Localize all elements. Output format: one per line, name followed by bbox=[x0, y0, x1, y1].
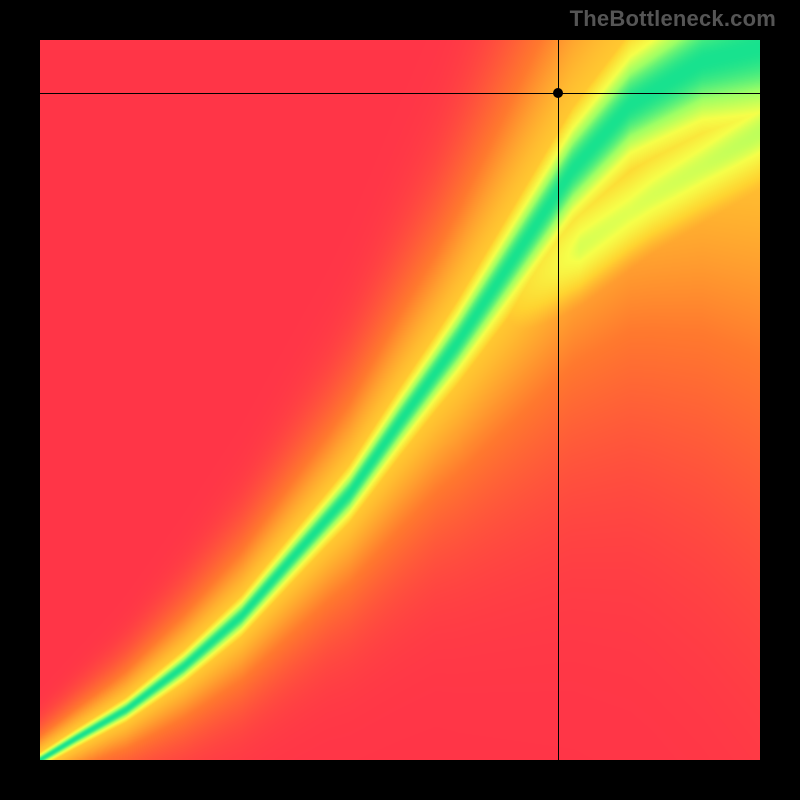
heatmap-canvas bbox=[40, 40, 760, 760]
chart-frame: TheBottleneck.com bbox=[0, 0, 800, 800]
heatmap-plot bbox=[40, 40, 760, 760]
watermark-text: TheBottleneck.com bbox=[570, 6, 776, 32]
